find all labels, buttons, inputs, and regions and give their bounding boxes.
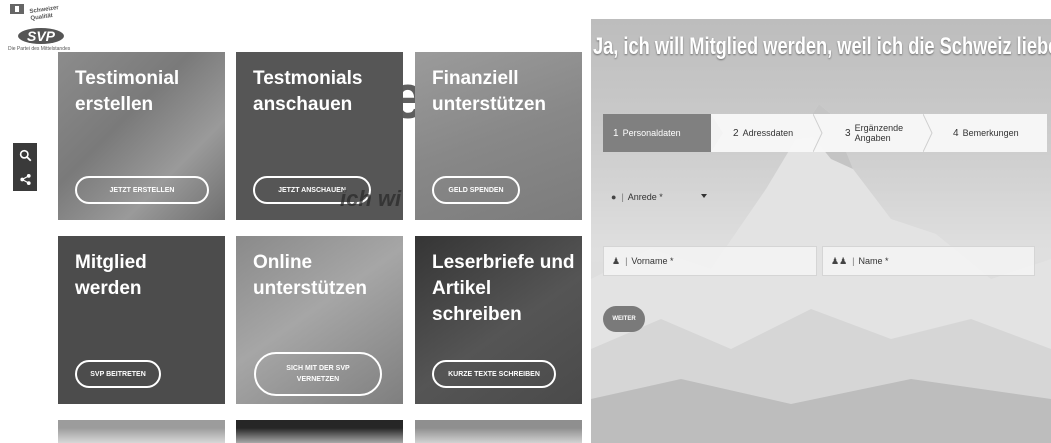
hero-subline: ich wi <box>340 186 402 211</box>
tile-partial[interactable] <box>58 420 225 443</box>
tile-title: Online unterstützen <box>253 252 367 299</box>
geld-spenden-button[interactable]: GELD SPENDEN <box>432 176 520 204</box>
step-label: Adressdaten <box>742 128 794 138</box>
svp-site: Schweizer Qualität SVP Die Partei des Mi… <box>0 0 590 443</box>
svp-logo[interactable]: Schweizer Qualität SVP Die Partei des Mi… <box>8 4 74 52</box>
chevron-down-icon <box>701 194 707 198</box>
vernetzen-button[interactable]: SICH MIT DER SVP VERNETZEN <box>254 352 382 396</box>
jetzt-erstellen-button[interactable]: JETZT ERSTELLEN <box>75 176 209 204</box>
name-field[interactable]: ♟♟ | Name * <box>822 246 1035 276</box>
step-number: 1 <box>613 127 619 139</box>
field-divider: | <box>852 256 855 266</box>
step-progress: 1 Personaldaten 2 Adressdaten 3 Ergänzen… <box>603 114 1047 152</box>
name-placeholder: Name * <box>858 256 889 266</box>
tile-title: Finanziell unterstützen <box>432 68 546 115</box>
tile-partial[interactable] <box>415 420 582 443</box>
step-personaldaten[interactable]: 1 Personaldaten <box>603 114 723 152</box>
share-button[interactable] <box>13 167 37 191</box>
background-veil <box>591 19 1051 443</box>
anrede-placeholder: Anrede * <box>627 192 663 202</box>
tile-mitglied-werden[interactable]: Mitglied werden SVP BEITRETEN <box>58 236 225 404</box>
speech-bubble-icon: ● <box>611 192 617 202</box>
anrede-select[interactable]: ● | Anrede * <box>603 182 715 212</box>
tile-partial[interactable] <box>236 420 403 443</box>
membership-form-panel: Ja, ich will Mitglied werden, weil ich d… <box>591 19 1051 443</box>
field-divider: | <box>625 256 628 266</box>
tile-title: Leserbriefe und Artikel schreiben <box>432 252 575 325</box>
tile-title: Testmonials anschauen <box>253 68 363 115</box>
step-separator-icon <box>813 114 823 152</box>
step-separator-icon <box>923 114 933 152</box>
vorname-placeholder: Vorname * <box>631 256 674 266</box>
logo-slogan: Schweizer Qualität <box>29 5 60 23</box>
weiter-button[interactable]: WEITER <box>603 306 645 332</box>
tile-title: Testimonial erstellen <box>75 68 180 115</box>
svp-beitreten-button[interactable]: SVP BEITRETEN <box>75 360 161 388</box>
kurze-texte-schreiben-button[interactable]: KURZE TEXTE SCHREIBEN <box>432 360 556 388</box>
search-button[interactable] <box>13 143 37 167</box>
tile-title: Mitglied werden <box>75 252 147 299</box>
tile-finanziell-unterstuetzen[interactable]: Finanziell unterstützen GELD SPENDEN <box>415 52 582 220</box>
step-adressdaten[interactable]: 2 Adressdaten <box>711 114 823 152</box>
search-icon <box>19 149 31 161</box>
logo-badge: SVP <box>18 28 64 44</box>
user-icon: ♟ <box>612 255 621 266</box>
tile-online-unterstuetzen[interactable]: Online unterstützen SICH MIT DER SVP VER… <box>236 236 403 404</box>
step-number: 2 <box>733 127 739 139</box>
tile-testimonial-erstellen[interactable]: Testimonial erstellen JETZT ERSTELLEN <box>58 52 225 220</box>
step-bemerkungen[interactable]: 4 Bemerkungen <box>933 114 1047 152</box>
step-ergaenzende-angaben[interactable]: 3 Ergänzende Angaben <box>823 114 933 152</box>
step-number: 3 <box>845 127 851 139</box>
tile-leserbriefe-schreiben[interactable]: Leserbriefe und Artikel schreiben KURZE … <box>415 236 582 404</box>
step-number: 4 <box>953 127 959 139</box>
swiss-flag-icon <box>10 4 24 14</box>
step-label: Ergänzende Angaben <box>854 123 904 143</box>
vorname-field[interactable]: ♟ | Vorname * <box>603 246 817 276</box>
users-icon: ♟♟ <box>831 255 848 266</box>
share-icon <box>19 173 31 185</box>
field-divider: | <box>621 192 624 202</box>
step-label: Personaldaten <box>622 128 681 138</box>
step-label: Bemerkungen <box>962 128 1019 138</box>
form-title: Ja, ich will Mitglied werden, weil ich d… <box>593 33 1051 60</box>
